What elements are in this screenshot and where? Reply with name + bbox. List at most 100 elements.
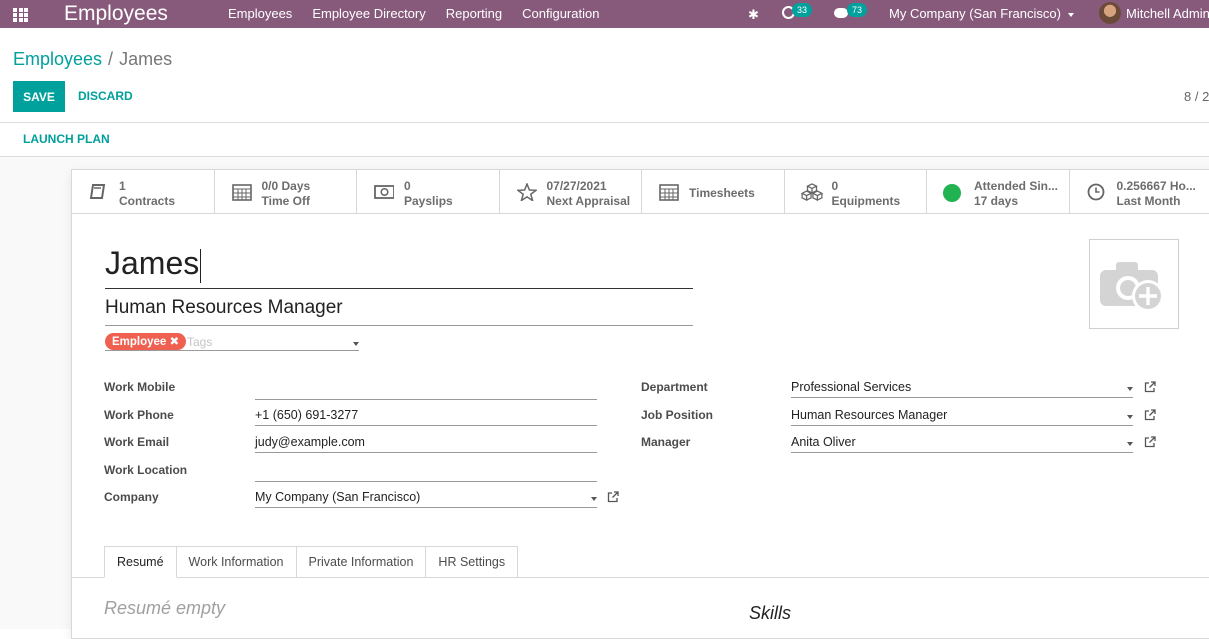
department-label: Department xyxy=(641,380,708,394)
work-phone-input[interactable]: +1 (650) 691-3277 xyxy=(255,406,597,426)
book-icon xyxy=(89,183,109,201)
tags-field[interactable]: Employee ✖ Tags xyxy=(105,333,359,351)
work-mobile-input[interactable] xyxy=(255,380,597,400)
tag-badge[interactable]: Employee ✖ xyxy=(105,333,186,350)
attendance-smart-button[interactable]: Attended Sin... 17 days xyxy=(927,170,1070,213)
tab-hr-settings[interactable]: HR Settings xyxy=(426,546,518,578)
time-off-value: 0/0 Days xyxy=(262,179,311,193)
payslips-count: 0 xyxy=(404,179,411,193)
work-location-input[interactable] xyxy=(255,462,597,482)
caret-down-icon[interactable] xyxy=(1127,442,1133,446)
timesheets-smart-button[interactable]: Timesheets xyxy=(642,170,785,213)
top-navbar: Employees Employees Employee Directory R… xyxy=(0,0,1209,28)
payslips-smart-button[interactable]: 0 Payslips xyxy=(357,170,500,213)
caret-down-icon[interactable] xyxy=(353,342,359,346)
smart-button-box: 1 Contracts 0/0 Days Time Off 0 Payslips… xyxy=(72,170,1209,214)
time-off-label: Time Off xyxy=(262,194,310,208)
photo-placeholder[interactable] xyxy=(1089,239,1179,329)
bug-icon[interactable]: ✱ xyxy=(748,7,759,23)
camera-plus-icon xyxy=(1090,240,1180,330)
star-icon xyxy=(517,183,537,201)
external-link-icon[interactable] xyxy=(1144,436,1156,448)
avatar[interactable] xyxy=(1099,2,1121,24)
job-title-input[interactable]: Human Resources Manager xyxy=(105,297,693,326)
tag-label: Employee xyxy=(112,336,166,348)
caret-down-icon[interactable] xyxy=(1127,415,1133,419)
work-phone-label: Work Phone xyxy=(104,408,174,422)
chat-icon[interactable] xyxy=(834,8,848,18)
app-name[interactable]: Employees xyxy=(64,2,168,26)
attendance-status: Attended Sin... xyxy=(974,179,1058,193)
job-position-label: Job Position xyxy=(641,408,713,422)
work-mobile-label: Work Mobile xyxy=(104,380,175,394)
tags-placeholder: Tags xyxy=(187,335,212,349)
contracts-label: Contracts xyxy=(119,194,175,208)
hours-label: Last Month xyxy=(1117,194,1181,208)
caret-down-icon xyxy=(1068,13,1074,17)
save-button[interactable]: SAVE xyxy=(13,81,65,112)
hours-smart-button[interactable]: 0.256667 Ho... Last Month xyxy=(1070,170,1209,213)
menu-employees[interactable]: Employees xyxy=(228,6,292,21)
employee-name-value: James xyxy=(105,245,199,281)
employee-name-input[interactable]: James xyxy=(105,243,693,289)
payslips-label: Payslips xyxy=(404,194,453,208)
menu-configuration[interactable]: Configuration xyxy=(522,6,599,21)
equipments-smart-button[interactable]: 0 Equipments xyxy=(785,170,928,213)
external-link-icon[interactable] xyxy=(1144,409,1156,421)
presence-dot-icon xyxy=(943,184,961,202)
money-icon xyxy=(374,183,394,201)
activity-count-badge: 33 xyxy=(792,3,812,17)
time-off-smart-button[interactable]: 0/0 Days Time Off xyxy=(215,170,358,213)
equipments-count: 0 xyxy=(832,179,839,193)
close-icon[interactable]: ✖ xyxy=(170,336,180,348)
divider xyxy=(0,122,1209,123)
breadcrumb-current: James xyxy=(119,49,172,69)
manager-select[interactable]: Anita Oliver xyxy=(791,433,1133,453)
job-position-select[interactable]: Human Resources Manager xyxy=(791,406,1133,426)
pager[interactable]: 8 / 2 xyxy=(1184,89,1209,104)
launch-plan-button[interactable]: LAUNCH PLAN xyxy=(23,132,110,146)
work-location-label: Work Location xyxy=(104,463,187,477)
timesheets-label: Timesheets xyxy=(689,186,755,200)
breadcrumb-separator: / xyxy=(108,49,113,69)
tab-resume[interactable]: Resumé xyxy=(104,546,177,578)
manager-label: Manager xyxy=(641,435,690,449)
skills-heading: Skills xyxy=(749,603,791,624)
equipments-label: Equipments xyxy=(832,194,901,208)
external-link-icon[interactable] xyxy=(607,491,619,503)
caret-down-icon[interactable] xyxy=(591,497,597,501)
user-menu[interactable]: Mitchell Admin xyxy=(1126,6,1209,21)
calendar-icon xyxy=(232,183,252,201)
messages-count-badge: 73 xyxy=(847,3,867,17)
text-cursor xyxy=(200,249,201,283)
hours-value: 0.256667 Ho... xyxy=(1117,179,1196,193)
apps-grid-icon[interactable] xyxy=(13,8,31,21)
tab-work-information[interactable]: Work Information xyxy=(177,546,297,578)
department-select[interactable]: Professional Services xyxy=(791,378,1133,398)
menu-reporting[interactable]: Reporting xyxy=(446,6,502,21)
work-email-label: Work Email xyxy=(104,435,169,449)
calendar-icon xyxy=(659,183,679,201)
tab-private-information[interactable]: Private Information xyxy=(297,546,427,578)
main-menu: Employees Employee Directory Reporting C… xyxy=(228,6,619,21)
menu-employee-directory[interactable]: Employee Directory xyxy=(312,6,425,21)
company-name: My Company (San Francisco) xyxy=(889,6,1061,21)
appraisal-smart-button[interactable]: 07/27/2021 Next Appraisal xyxy=(500,170,643,213)
attendance-duration: 17 days xyxy=(974,194,1018,208)
cubes-icon xyxy=(799,183,825,201)
breadcrumb: Employees / James xyxy=(13,49,172,70)
form-sheet: 1 Contracts 0/0 Days Time Off 0 Payslips… xyxy=(71,169,1209,639)
company-switcher[interactable]: My Company (San Francisco) xyxy=(889,6,1074,21)
clock-icon xyxy=(1087,183,1107,201)
discard-button[interactable]: DISCARD xyxy=(78,89,133,103)
next-appraisal-label: Next Appraisal xyxy=(547,194,631,208)
external-link-icon[interactable] xyxy=(1144,381,1156,393)
contracts-smart-button[interactable]: 1 Contracts xyxy=(72,170,215,213)
company-label: Company xyxy=(104,490,159,504)
next-appraisal-date: 07/27/2021 xyxy=(547,179,607,193)
work-email-input[interactable]: judy@example.com xyxy=(255,433,597,453)
contracts-count: 1 xyxy=(119,179,126,193)
caret-down-icon[interactable] xyxy=(1127,387,1133,391)
breadcrumb-employees[interactable]: Employees xyxy=(13,49,102,69)
company-select[interactable]: My Company (San Francisco) xyxy=(255,488,597,508)
